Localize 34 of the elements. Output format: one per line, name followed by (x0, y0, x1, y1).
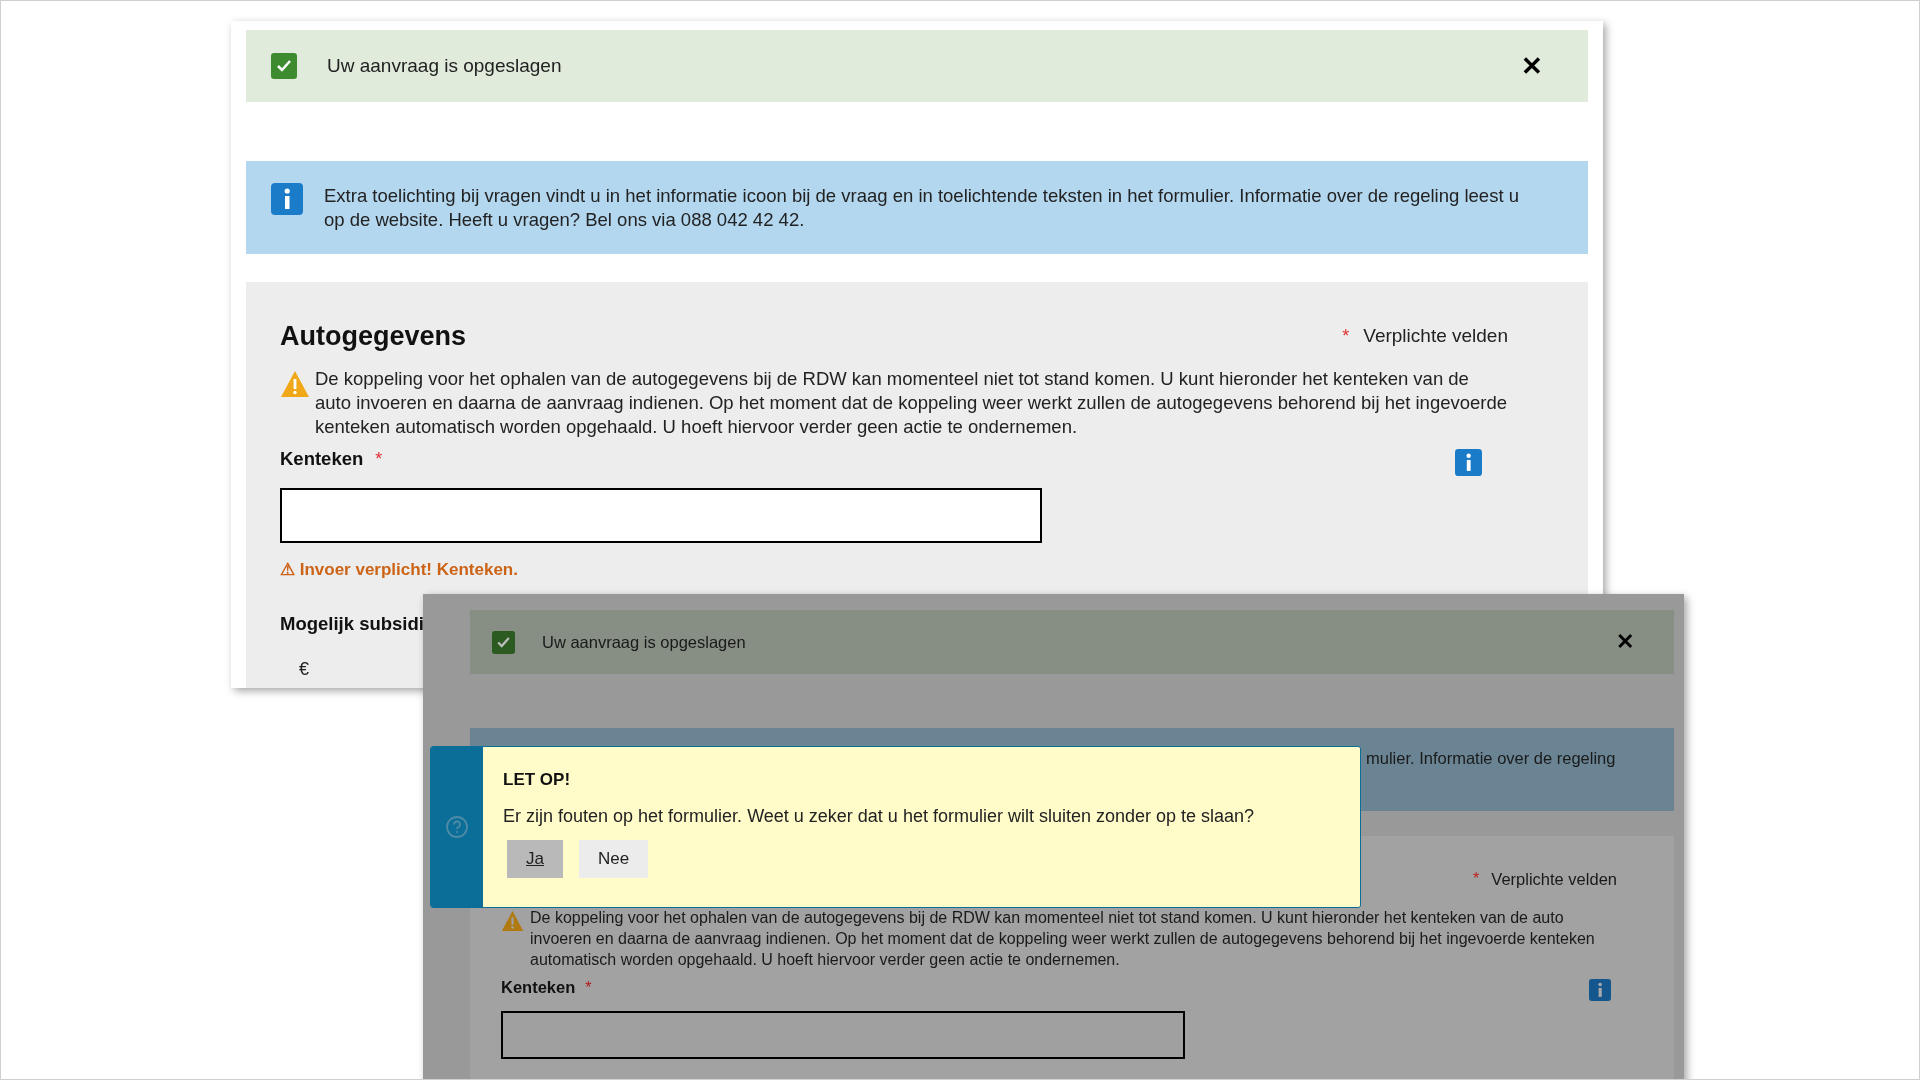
warning-text: De koppeling voor het ophalen van de autogegevens bij de RDW kan momenteel niet tot stand komen. U kunt hieronder het kenteken van de auto invoeren en daarna de aanvraag indienen. Op het moment dat de koppeling weer werkt zullen de autogegevens behorend bij het ingevoerde kenteken automatisch worden opgehaald. U hoeft hiervoor verder geen actie te ondernemen. (530, 907, 1596, 970)
checkbox-icon (492, 630, 515, 654)
currency-symbol: € (299, 657, 310, 681)
notification-text: Uw aanvraag is opgeslagen (327, 53, 562, 78)
required-asterisk: * (1473, 869, 1480, 890)
required-asterisk: * (375, 447, 383, 471)
section-title: Autogegevens (280, 320, 467, 353)
info-text: Extra toelichting bij vragen vindt u in het informatie icoon bij de vraag en in toelichtende teksten in het formulier. Informatie over de regeling leest u op de website. Heeft u vragen? Bel ons via 088 042 42 42. (324, 183, 1520, 232)
dialog-button[interactable]: Nee (578, 839, 649, 878)
warning-text: De koppeling voor het ophalen van de autogegevens bij de RDW kan momenteel niet tot stand komen. U kunt hieronder het kenteken van de auto invoeren en daarna de aanvraag indienen. Op het moment dat de koppeling weer werkt zullen de autogegevens behorend bij het ingevoerde kenteken automatisch worden opgehaald. U hoeft hiervoor verder geen actie te ondernemen. (315, 366, 1508, 439)
field-label: Mogelijk subsidi (280, 612, 425, 636)
question-icon (445, 815, 469, 839)
warning-icon (501, 909, 524, 932)
field-label: Kenteken (280, 447, 364, 472)
checkbox-icon (271, 53, 297, 79)
info-icon[interactable] (1455, 448, 1482, 476)
required-asterisk: * (1342, 324, 1350, 348)
required-asterisk: * (585, 977, 592, 998)
close-button[interactable]: ✕ (1521, 53, 1543, 79)
dialog-title: LET OP! (503, 769, 572, 791)
license-plate-field[interactable] (501, 1010, 1185, 1059)
dialog-button[interactable]: Ja (507, 839, 563, 878)
info-icon (271, 183, 303, 215)
dialog-message: Er zijn fouten op het formulier. Weet u zeker dat u het formulier wilt sluiten zonder op te slaan? (503, 804, 1256, 828)
field-label: Kenteken (501, 977, 576, 999)
required-note: Verplichte velden (1491, 869, 1617, 890)
info-icon[interactable] (1589, 978, 1611, 1001)
required-note: Verplichte velden (1363, 324, 1508, 348)
error-message: ⚠ Invoer verplicht! Kenteken. (280, 558, 519, 581)
notification-text: Uw aanvraag is opgeslagen (542, 631, 746, 653)
info-text: mulier. Informatie over de regeling (1366, 748, 1616, 769)
license-plate-field[interactable] (280, 487, 1042, 543)
warning-icon (280, 369, 310, 398)
close-button[interactable]: ✕ (1616, 631, 1634, 653)
